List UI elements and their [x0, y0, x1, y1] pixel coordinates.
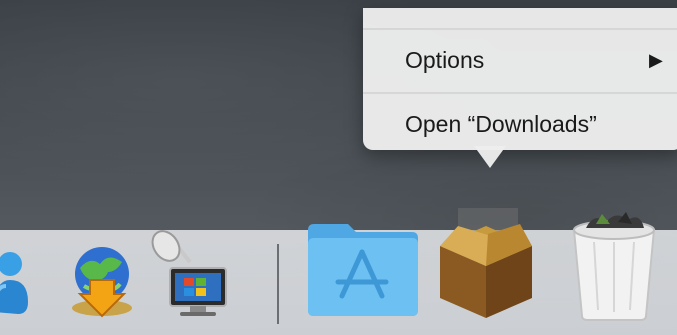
menu-item-open-downloads[interactable]: Open “Downloads” [363, 96, 677, 152]
menu-separator [363, 92, 677, 94]
applications-folder-icon[interactable] [304, 220, 420, 320]
remote-desktop-icon[interactable] [148, 228, 234, 324]
menu-pointer [474, 146, 506, 168]
menu-item-options[interactable]: Options ▶ [363, 32, 677, 88]
download-globe-icon[interactable] [64, 242, 142, 322]
downloads-context-menu: Options ▶ Open “Downloads” [363, 8, 677, 150]
menu-separator [363, 28, 677, 30]
submenu-arrow-icon: ▶ [649, 49, 663, 70]
person-app-icon[interactable] [0, 242, 40, 322]
downloads-box-icon[interactable] [428, 206, 544, 322]
menu-item-label: Options [405, 46, 485, 73]
menu-item-label: Open “Downloads” [405, 110, 597, 137]
trash-icon[interactable] [566, 206, 662, 322]
dock-divider [277, 244, 279, 324]
